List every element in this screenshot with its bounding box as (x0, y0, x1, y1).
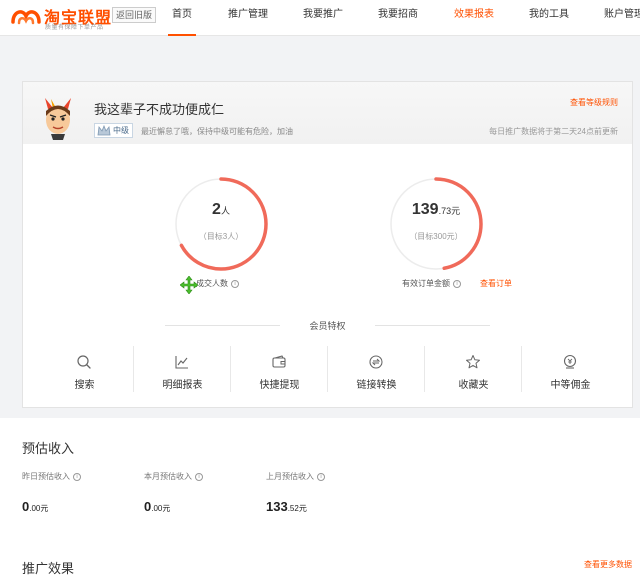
logo-icon (11, 10, 41, 25)
income-unit: 元 (298, 504, 307, 513)
feature-search[interactable]: 搜索 (36, 346, 133, 396)
info-icon[interactable]: i (73, 472, 81, 481)
member-card: 我这辈子不成功便成仁 中级 最近懈怠了哦，保持中级可能有危险，加油 查看等级规则… (22, 81, 633, 408)
orders-label-text: 有效订单金额 (402, 279, 450, 288)
nav-promote[interactable]: 我要推广 (303, 0, 343, 36)
wallet-icon (272, 355, 286, 368)
income-label-text: 昨日预估收入 (22, 472, 70, 481)
feature-favorites[interactable]: 收藏夹 (425, 346, 522, 396)
commission-icon (563, 354, 577, 369)
deals-ring-chart (174, 177, 268, 271)
effect-title: 推广效果 (22, 561, 75, 576)
nav-promotion-management[interactable]: 推广管理 (228, 0, 268, 36)
deals-unit: 人 (220, 206, 230, 216)
deals-label-text: 成交人数 (196, 279, 228, 288)
last-month-income-value: 133.52元 (266, 498, 307, 516)
avatar (45, 98, 71, 140)
nav-effect-report[interactable]: 效果报表 (454, 0, 494, 36)
income-unit: 元 (40, 504, 49, 513)
nav-my-tools[interactable]: 我的工具 (529, 0, 569, 36)
deals-target: （目标3人） (198, 232, 244, 241)
income-dec: .00 (29, 504, 41, 513)
income-label-text: 本月预估收入 (144, 472, 192, 481)
feature-label: 收藏夹 (458, 380, 489, 391)
orders-unit: 元 (451, 206, 461, 216)
income-section (0, 418, 640, 578)
feature-detail-report[interactable]: 明细报表 (134, 346, 231, 396)
last-month-income-label: 上月预估收入 i (266, 471, 325, 482)
nav-home[interactable]: 首页 (168, 0, 196, 36)
feature-label: 明细报表 (162, 380, 203, 391)
more-data-link[interactable]: 查看更多数据 (584, 559, 632, 570)
level-warning: 最近懈怠了哦，保持中级可能有危险，加油 (141, 127, 293, 136)
logo-subtitle: 质量有保障下单产品 (45, 25, 104, 31)
crown-icon (97, 125, 111, 136)
info-icon[interactable]: i (231, 279, 239, 288)
link-convert-icon (369, 355, 383, 369)
username: 我这辈子不成功便成仁 (94, 102, 225, 117)
info-icon[interactable]: i (195, 472, 203, 481)
star-icon (466, 355, 480, 369)
deals-ring: 2人 （目标3人） (171, 174, 271, 274)
nav-merchant-recruit[interactable]: 我要招商 (378, 0, 418, 36)
orders-dec: .73 (438, 206, 452, 216)
feature-label: 链接转换 (356, 380, 397, 391)
info-icon[interactable]: i (453, 279, 461, 288)
yesterday-income-label: 昨日预估收入 i (22, 471, 81, 482)
logo[interactable]: 淘宝联盟 质量有保障下单产品 (10, 3, 111, 31)
deals-label: 成交人数 i (196, 278, 239, 289)
orders-target: （目标300元） (409, 232, 463, 241)
divider (375, 325, 490, 326)
income-title: 预估收入 (22, 441, 75, 456)
level-label: 中级 (113, 126, 129, 135)
feature-quick-withdraw[interactable]: 快捷提现 (231, 346, 328, 396)
level-badge: 中级 (94, 123, 133, 138)
feature-label: 搜索 (74, 380, 95, 391)
nav-account-management[interactable]: 账户管理 (604, 0, 640, 36)
search-icon (77, 355, 91, 369)
income-label-text: 上月预估收入 (266, 472, 314, 481)
profile-header: 我这辈子不成功便成仁 中级 最近懈怠了哦，保持中级可能有危险，加油 查看等级规则… (23, 82, 632, 144)
yesterday-income-value: 0.00元 (22, 498, 48, 516)
orders-int: 139 (411, 201, 439, 218)
deals-number: 2 (212, 201, 221, 218)
info-icon[interactable]: i (317, 472, 325, 481)
income-unit: 元 (162, 504, 171, 513)
orders-label: 有效订单金额 i (402, 278, 461, 289)
income-dec: .00 (151, 504, 163, 513)
old-version-button[interactable]: 返回旧版 (112, 7, 157, 23)
income-int: 133 (266, 499, 288, 514)
privileges-title: 会员特权 (309, 321, 346, 331)
month-income-value: 0.00元 (144, 498, 170, 516)
top-nav: 淘宝联盟 质量有保障下单产品 返回旧版 首页 推广管理 我要推广 我要招商 效果… (0, 0, 640, 36)
feature-commission[interactable]: 中等佣金 (522, 346, 619, 396)
feature-label: 快捷提现 (259, 380, 300, 391)
update-notice: 每日推广数据将于第二天24点前更新 (489, 127, 618, 136)
orders-ring: 139.73元 （目标300元） (386, 174, 486, 274)
feature-link-convert[interactable]: 链接转换 (328, 346, 425, 396)
orders-value: 139.73元 (386, 201, 486, 219)
chart-icon (175, 356, 188, 369)
feature-label: 中等佣金 (550, 380, 591, 391)
orders-ring-chart (389, 177, 483, 271)
income-dec: .52 (287, 504, 299, 513)
level-rules-link[interactable]: 查看等级规则 (570, 97, 618, 108)
deals-value: 2人 (171, 201, 271, 219)
month-income-label: 本月预估收入 i (144, 471, 203, 482)
view-orders-link[interactable]: 查看订单 (480, 278, 512, 289)
move-cursor-icon (180, 276, 198, 294)
